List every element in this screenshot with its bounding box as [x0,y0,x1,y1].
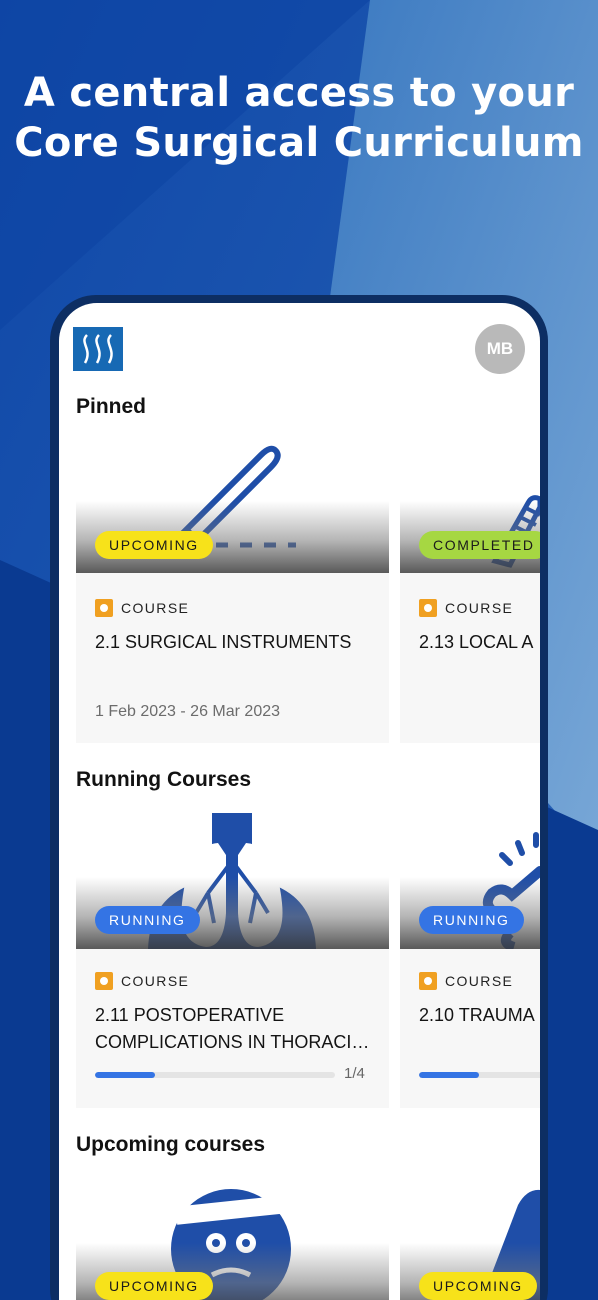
course-type-label: COURSE [121,600,190,616]
status-badge: UPCOMING [419,1272,537,1300]
status-badge: RUNNING [419,906,524,934]
status-badge: UPCOMING [95,1272,213,1300]
avatar[interactable]: MB [475,324,525,374]
card-title: 2.10 TRAUMA EMERGENCIES [419,1005,540,1025]
app-screen: MB Pinned UPCOMING COURSE 2.1 SURGICAL I… [59,303,540,1300]
card-date: 1 Feb 2023 - 26 Mar 2023 [95,703,281,720]
progress-fill [95,1072,155,1078]
course-type: COURSE [419,972,513,990]
course-type: COURSE [95,972,189,990]
course-card[interactable]: UPCOMING [76,1179,389,1300]
course-icon [419,599,437,617]
status-badge: RUNNING [95,906,200,934]
status-badge: COMPLETED [419,531,540,559]
course-type-label: COURSE [445,600,514,616]
card-image: COMPLETED [400,437,540,573]
course-card[interactable]: RUNNING COURSE 2.11 POSTOPERATIVE COMPLI… [76,813,389,1108]
headline: A central access to your Core Surgical C… [14,70,584,166]
card-image: UPCOMING [400,1179,540,1300]
card-image: RUNNING [76,813,389,949]
progress-bar [419,1072,540,1078]
course-icon [95,599,113,617]
course-card[interactable]: RUNNING COURSE 2.10 TRAUMA EMERGENCIES [400,813,540,1108]
course-card[interactable]: UPCOMING [400,1179,540,1300]
section-title-pinned: Pinned [76,395,147,418]
card-title: 2.1 SURGICAL INSTRUMENTS [95,632,352,652]
section-title-running: Running Courses [76,768,252,791]
course-type: COURSE [95,599,189,617]
card-image: UPCOMING [76,437,389,573]
card-title: 2.13 LOCAL A [419,632,534,652]
sss-logo-icon[interactable] [73,327,123,371]
course-card[interactable]: COMPLETED COURSE 2.13 LOCAL A [400,437,540,743]
course-icon [95,972,113,990]
course-type-label: COURSE [445,973,514,989]
section-title-upcoming: Upcoming courses [76,1133,266,1156]
progress-text: 1/4 [344,1065,365,1082]
course-icon [419,972,437,990]
course-type-label: COURSE [121,973,190,989]
course-type: COURSE [419,599,513,617]
card-image: UPCOMING [76,1179,389,1300]
card-title: 2.11 POSTOPERATIVE COMPLICATIONS IN THOR… [95,1005,370,1052]
progress-fill [419,1072,479,1078]
status-badge: UPCOMING [95,531,213,559]
card-image: RUNNING [400,813,540,949]
course-card[interactable]: UPCOMING COURSE 2.1 SURGICAL INSTRUMENTS… [76,437,389,743]
progress-bar [95,1072,335,1078]
